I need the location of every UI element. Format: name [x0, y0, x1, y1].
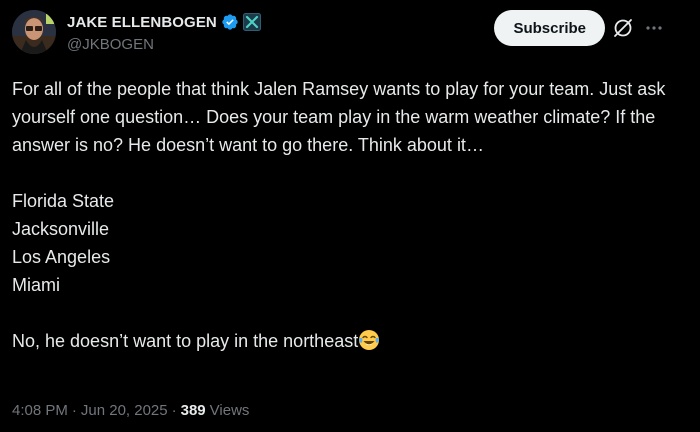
face-with-tears-of-joy-icon — [358, 329, 380, 351]
more-icon[interactable] — [644, 18, 664, 38]
team-line: Jacksonville — [12, 219, 110, 239]
affiliate-badge-icon[interactable] — [242, 13, 261, 31]
name-row: JAKE ELLENBOGEN — [67, 11, 261, 33]
meta-separator: · — [171, 402, 177, 419]
tweet-paragraph: For all of the people that think Jalen R… — [12, 79, 666, 155]
tweet-date[interactable]: Jun 20, 2025 — [81, 402, 168, 419]
avatar-photo-icon — [12, 10, 56, 54]
grok-icon[interactable] — [612, 17, 634, 39]
avatar[interactable] — [12, 10, 56, 54]
meta-separator: · — [71, 402, 77, 419]
views-label: Views — [209, 402, 250, 419]
views-count[interactable]: 389 — [181, 402, 206, 419]
tweet-meta: 4:08 PM · Jun 20, 2025 · 389 Views — [12, 402, 249, 419]
tweet-text: For all of the people that think Jalen R… — [12, 75, 688, 355]
tweet-header: JAKE ELLENBOGEN @JKBOGEN Subscribe — [12, 8, 686, 60]
author-display-name[interactable]: JAKE ELLENBOGEN — [67, 14, 217, 31]
team-line: Los Angeles — [12, 247, 111, 267]
closing-line: No, he doesn’t want to play in the north… — [12, 327, 688, 355]
team-line: Florida State — [12, 191, 115, 211]
closing-text: No, he doesn’t want to play in the north… — [12, 331, 359, 351]
verified-badge-icon[interactable] — [221, 13, 239, 31]
subscribe-button[interactable]: Subscribe — [494, 10, 605, 46]
author-handle[interactable]: @JKBOGEN — [67, 36, 261, 53]
tweet-time[interactable]: 4:08 PM — [12, 402, 68, 419]
author-identity: JAKE ELLENBOGEN @JKBOGEN — [67, 11, 261, 53]
team-line: Miami — [12, 275, 60, 295]
